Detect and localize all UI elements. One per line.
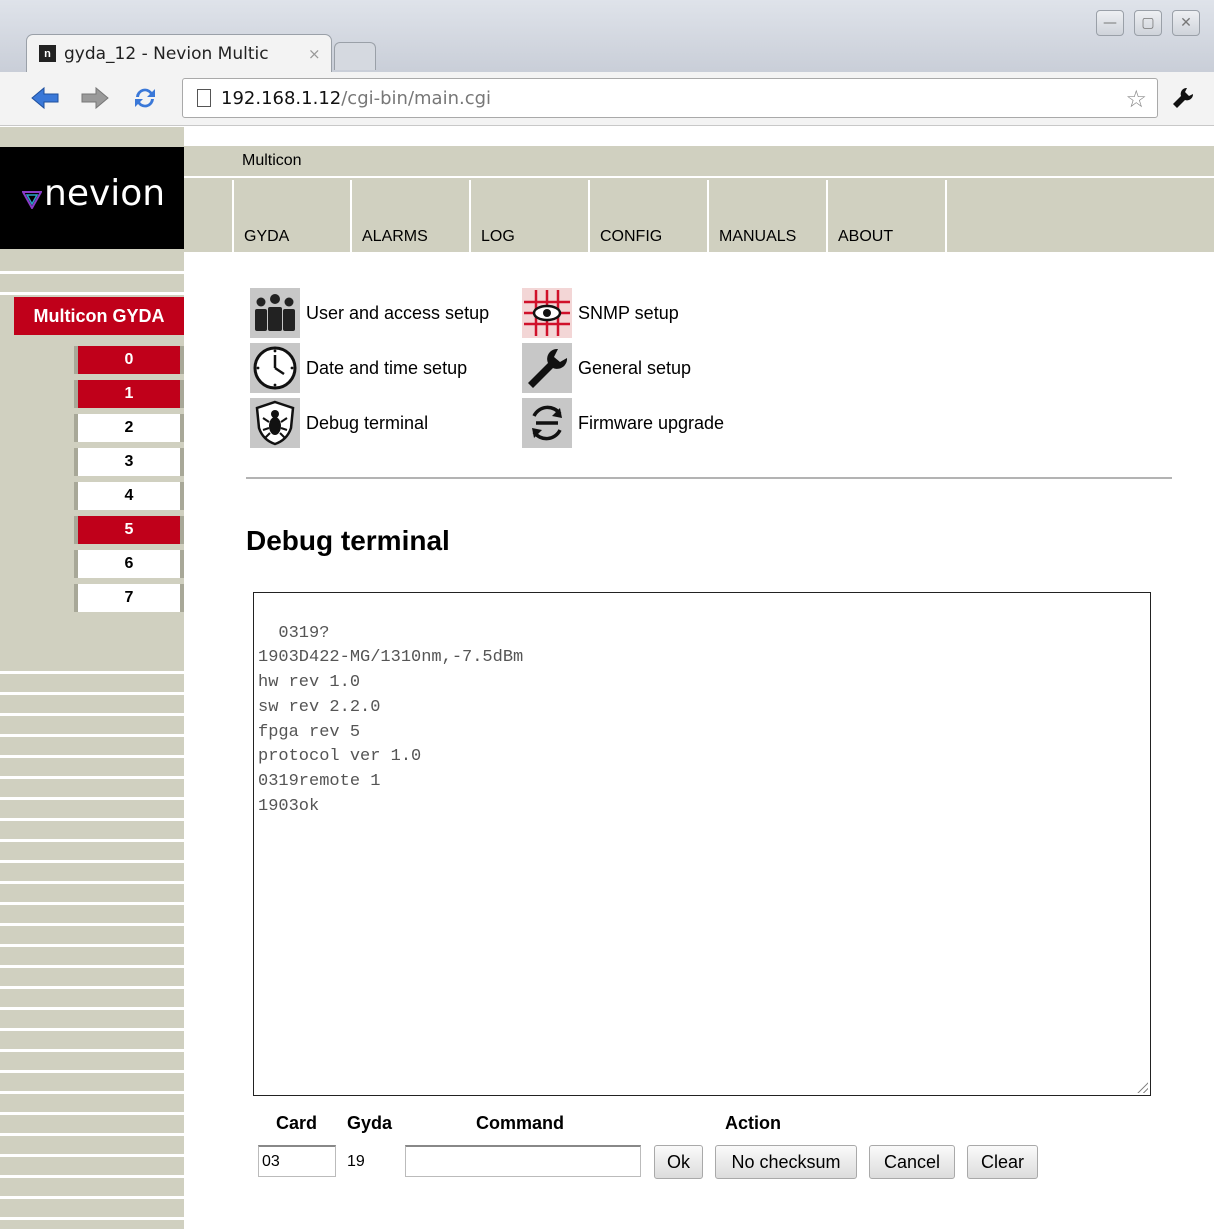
nevion-logo[interactable]: nevion [0, 147, 184, 249]
snmp-setup-link[interactable]: SNMP setup [522, 288, 679, 338]
firmware-upgrade-link[interactable]: Firmware upgrade [522, 398, 724, 448]
card-label: 3 [124, 453, 134, 470]
sidebar-stripes [0, 127, 184, 145]
sidebar-stripes [0, 253, 184, 295]
divider [246, 477, 1172, 479]
gyda-value: 19 [347, 1153, 365, 1170]
user-access-setup-label: User and access setup [306, 302, 490, 323]
resize-handle-icon[interactable] [1136, 1081, 1148, 1093]
card-label: 0 [124, 351, 134, 368]
new-tab-button[interactable] [334, 42, 376, 70]
terminal-output[interactable]: 0319? 1903D422-MG/1310nm,-7.5dBm hw rev … [253, 592, 1151, 1096]
ok-button[interactable]: Ok [654, 1145, 703, 1179]
star-icon[interactable]: ☆ [1125, 85, 1147, 113]
url-path: /cgi-bin/main.cgi [341, 87, 492, 109]
command-column-header: Command [476, 1113, 565, 1133]
sidebar-item-card-1[interactable]: 1 [74, 380, 184, 408]
minimize-icon[interactable]: — [1096, 10, 1124, 36]
no-checksum-button[interactable]: No checksum [715, 1145, 857, 1179]
tab-about[interactable]: ABOUT [826, 180, 943, 252]
browser-tab[interactable]: n gyda_12 - Nevion Multic × [26, 34, 332, 72]
tab-title: gyda_12 - Nevion Multic [64, 43, 269, 64]
tab-gyda[interactable]: GYDA [232, 180, 349, 252]
sidebar-item-card-3[interactable]: 3 [74, 448, 184, 476]
page-icon [197, 89, 211, 107]
system-title[interactable]: Multicon GYDA [14, 297, 184, 335]
card-label: 6 [124, 555, 134, 572]
card-label: 2 [124, 419, 134, 436]
reload-icon[interactable] [128, 82, 162, 114]
sidebar: nevion Multicon GYDA 0 1 2 3 4 5 6 7 [0, 127, 184, 1229]
card-input[interactable] [258, 1145, 336, 1177]
sidebar-item-card-5[interactable]: 5 [74, 516, 184, 544]
date-time-setup-label: Date and time setup [306, 357, 468, 378]
browser-toolbar: 192.168.1.12/cgi-bin/main.cgi ☆ [0, 72, 1214, 126]
forward-arrow-icon[interactable] [78, 82, 112, 114]
card-label: 7 [124, 589, 134, 606]
general-setup-link[interactable]: General setup [522, 343, 691, 393]
command-input[interactable] [405, 1145, 641, 1177]
maximize-icon[interactable]: ▢ [1134, 10, 1162, 36]
gyda-column-header: Gyda [347, 1113, 393, 1133]
sidebar-item-card-2[interactable]: 2 [74, 414, 184, 442]
debug-terminal-label: Debug terminal [306, 412, 429, 433]
sidebar-item-card-6[interactable]: 6 [74, 550, 184, 578]
bug-shield-icon [250, 398, 300, 448]
tab-alarms[interactable]: ALARMS [350, 180, 467, 252]
user-access-setup-link[interactable]: User and access setup [250, 288, 489, 338]
back-arrow-icon[interactable] [28, 82, 62, 114]
sidebar-item-card-0[interactable]: 0 [74, 346, 184, 374]
favicon-icon: n [39, 45, 56, 62]
browser-titlebar: n gyda_12 - Nevion Multic × — ▢ ✕ [0, 0, 1214, 72]
sidebar-item-card-7[interactable]: 7 [74, 584, 184, 612]
tab-log[interactable]: LOG [469, 180, 586, 252]
debug-terminal-link[interactable]: Debug terminal [250, 398, 428, 448]
clear-button[interactable]: Clear [967, 1145, 1038, 1179]
snmp-eye-icon [522, 288, 572, 338]
clock-icon [250, 343, 300, 393]
terminal-text: 0319? 1903D422-MG/1310nm,-7.5dBm hw rev … [258, 623, 524, 816]
tab-config[interactable]: CONFIG [588, 180, 705, 252]
card-label: 1 [124, 385, 134, 402]
logo-triangle-icon [22, 191, 42, 209]
tab-manuals[interactable]: MANUALS [707, 180, 824, 252]
breadcrumb-label: Multicon [242, 152, 302, 169]
menu-filler [945, 180, 1214, 252]
wrench-tool-icon [522, 343, 572, 393]
sidebar-item-card-4[interactable]: 4 [74, 482, 184, 510]
action-column-header: Action [725, 1113, 781, 1133]
breadcrumb: Multicon [184, 146, 1214, 176]
wrench-icon[interactable] [1166, 82, 1200, 114]
card-column-header: Card [276, 1113, 318, 1133]
firmware-cycle-icon [522, 398, 572, 448]
firmware-upgrade-label: Firmware upgrade [578, 412, 725, 433]
main-menu: GYDA ALARMS LOG CONFIG MANUALS ABOUT [184, 178, 1214, 252]
page-title: Debug terminal [246, 525, 450, 556]
card-label: 4 [124, 487, 134, 504]
tab-close-icon[interactable]: × [308, 45, 321, 63]
snmp-setup-label: SNMP setup [578, 302, 679, 323]
cancel-button[interactable]: Cancel [869, 1145, 955, 1179]
card-label: 5 [124, 521, 134, 538]
users-icon [250, 288, 300, 338]
date-time-setup-link[interactable]: Date and time setup [250, 343, 467, 393]
close-icon[interactable]: ✕ [1172, 10, 1200, 36]
address-bar[interactable]: 192.168.1.12/cgi-bin/main.cgi ☆ [182, 78, 1158, 118]
sidebar-stripes [0, 653, 184, 1229]
logo-text: nevion [44, 173, 166, 214]
url-host: 192.168.1.12 [221, 87, 342, 109]
general-setup-label: General setup [578, 357, 692, 378]
